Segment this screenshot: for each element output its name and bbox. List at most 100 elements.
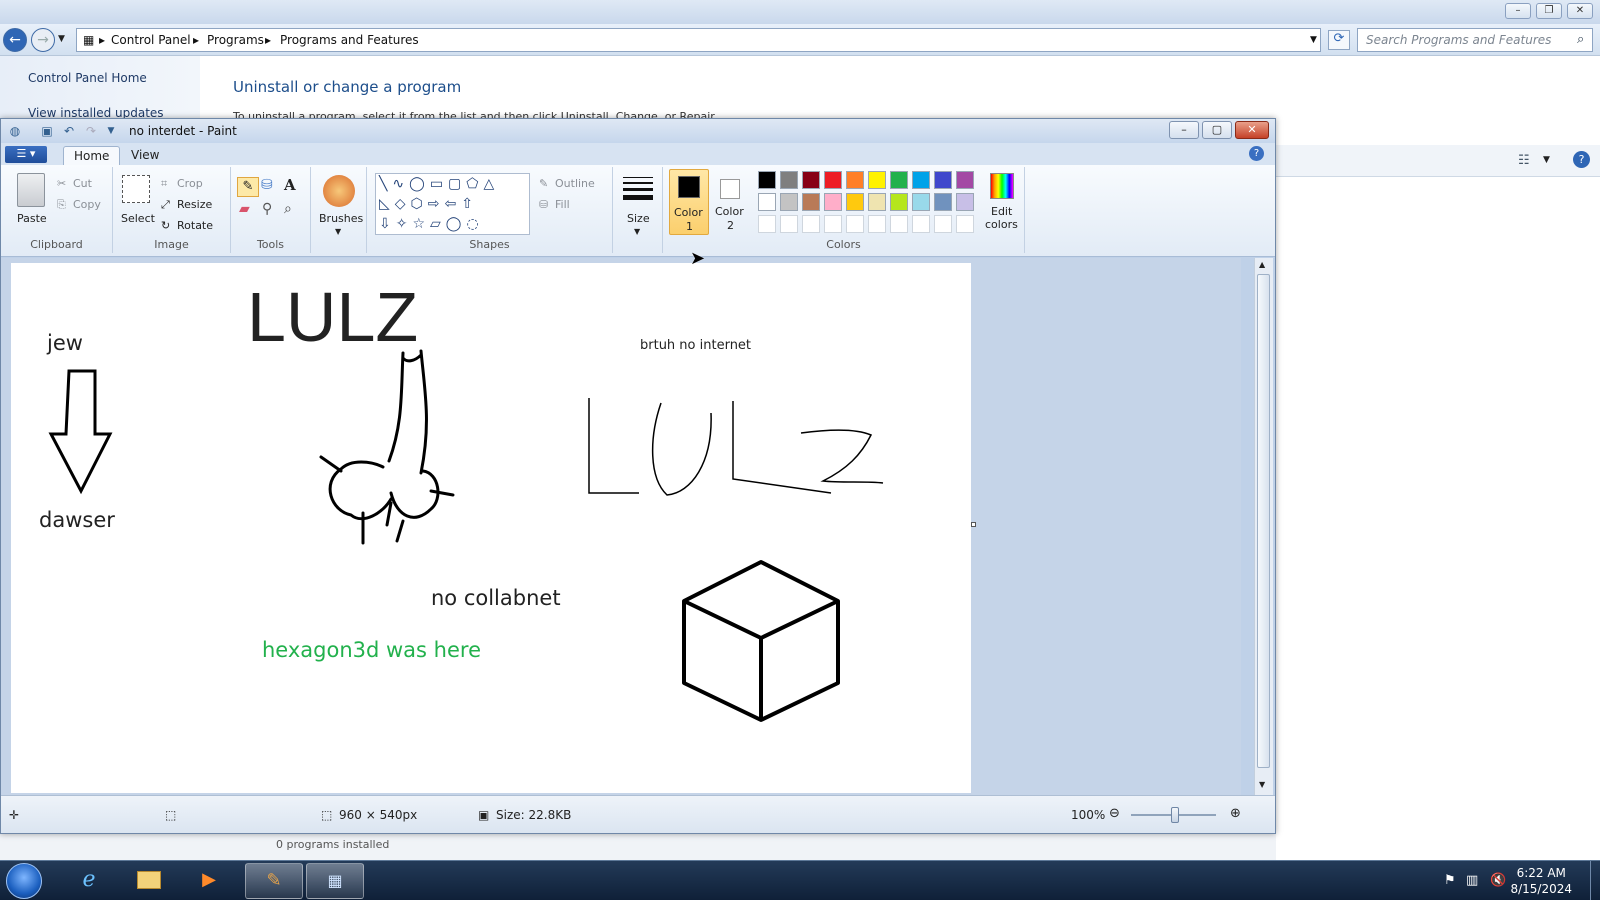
palette-swatch[interactable] (780, 171, 798, 189)
internet-explorer-icon[interactable]: ℯ (60, 863, 118, 899)
address-dropdown-icon[interactable]: ▼ (1310, 35, 1317, 45)
shapes-gallery[interactable]: ╲∿◯▭▢⬠△ ◺◇⬡⇨⇦⇧ ⇩✧☆▱◯◌ (375, 173, 530, 235)
brushes-dropdown-icon[interactable]: ▼ (335, 227, 341, 236)
canvas-resize-handle[interactable] (971, 522, 976, 527)
file-explorer-icon[interactable] (120, 863, 178, 899)
cut-button[interactable]: Cut (73, 177, 92, 190)
address-box[interactable]: ▦ ▸ Control Panel ▸ Programs ▸ Programs … (76, 28, 1321, 52)
explorer-close-button[interactable]: ✕ (1567, 3, 1593, 19)
palette-swatch[interactable] (846, 193, 864, 211)
custom-color-slot[interactable] (912, 215, 930, 233)
start-button-icon[interactable] (6, 863, 42, 899)
rotate-button[interactable]: Rotate (177, 219, 213, 232)
save-icon[interactable]: ▣ (39, 123, 55, 139)
action-center-flag-icon[interactable]: ⚑ (1444, 873, 1456, 888)
paint-menu-button[interactable]: ☰ ▾ (5, 146, 47, 163)
color1-selector[interactable]: Color 1 (669, 169, 709, 235)
custom-color-slot[interactable] (758, 215, 776, 233)
view-options-icon[interactable]: ☷ (1518, 153, 1530, 168)
back-arrow-icon[interactable]: ← (3, 28, 27, 52)
volume-muted-icon[interactable]: 🔇 (1490, 873, 1506, 888)
crop-button[interactable]: Crop (177, 177, 203, 190)
sidebar-link-control-panel-home[interactable]: Control Panel Home (28, 71, 147, 85)
palette-swatch[interactable] (824, 171, 842, 189)
redo-icon[interactable]: ↷ (83, 123, 99, 139)
tab-home[interactable]: Home (63, 146, 121, 165)
size-dropdown-icon[interactable]: ▼ (634, 227, 640, 236)
color-picker-icon[interactable]: ⚲ (262, 201, 272, 217)
zoom-out-icon[interactable]: ⊖ (1109, 806, 1120, 821)
magnifier-icon[interactable]: ⌕ (284, 201, 292, 217)
customize-quick-access-icon[interactable]: ▼ (103, 123, 119, 139)
network-icon[interactable]: ▥ (1466, 873, 1478, 888)
brushes-icon[interactable] (323, 175, 355, 207)
breadcrumb-programs[interactable]: Programs (207, 33, 264, 47)
palette-swatch[interactable] (890, 171, 908, 189)
paint-help-icon[interactable]: ? (1249, 146, 1264, 161)
zoom-in-icon[interactable]: ⊕ (1230, 806, 1241, 821)
show-desktop-button[interactable] (1590, 861, 1600, 900)
refresh-icon[interactable]: ⟳ (1328, 30, 1350, 50)
copy-button[interactable]: Copy (73, 198, 101, 211)
size-button[interactable]: Size (627, 212, 650, 225)
brushes-button[interactable]: Brushes (319, 212, 363, 225)
paint-minimize-button[interactable]: – (1169, 121, 1199, 139)
paint-close-button[interactable]: ✕ (1235, 121, 1269, 139)
scroll-up-icon[interactable]: ▲ (1259, 260, 1265, 269)
search-icon[interactable]: ⌕ (1577, 32, 1584, 47)
palette-swatch[interactable] (912, 193, 930, 211)
breadcrumb-programs-features[interactable]: Programs and Features (280, 33, 419, 47)
edit-colors-button[interactable]: Edit colors (985, 171, 1019, 239)
media-player-icon[interactable]: ▶ (180, 863, 238, 899)
custom-color-slot[interactable] (780, 215, 798, 233)
custom-color-slot[interactable] (846, 215, 864, 233)
control-panel-taskbar-icon[interactable]: ▦ (306, 863, 364, 899)
explorer-restore-button[interactable]: ❐ (1536, 3, 1562, 19)
vertical-scrollbar[interactable]: ▲ ▼ (1254, 258, 1273, 795)
palette-swatch[interactable] (956, 171, 974, 189)
forward-arrow-icon[interactable]: → (31, 28, 55, 52)
palette-swatch[interactable] (846, 171, 864, 189)
custom-color-slot[interactable] (934, 215, 952, 233)
paste-icon[interactable] (17, 173, 45, 207)
palette-swatch[interactable] (956, 193, 974, 211)
palette-swatch[interactable] (934, 171, 952, 189)
help-icon[interactable]: ? (1573, 151, 1590, 168)
select-icon[interactable] (122, 175, 150, 203)
undo-icon[interactable]: ↶ (61, 123, 77, 139)
recent-pages-chevron-icon[interactable]: ▼ (58, 34, 65, 44)
paint-app-icon[interactable]: ◍ (7, 123, 23, 139)
search-input[interactable]: Search Programs and Features (1357, 28, 1593, 52)
color2-selector[interactable]: Color 2 (711, 169, 751, 235)
pencil-icon[interactable]: ✎ (237, 177, 259, 197)
palette-swatch[interactable] (802, 193, 820, 211)
custom-color-slot[interactable] (868, 215, 886, 233)
fill-bucket-icon[interactable]: ⛁ (261, 177, 273, 193)
tab-view[interactable]: View (121, 146, 169, 165)
view-dropdown-icon[interactable]: ▼ (1543, 155, 1550, 165)
palette-swatch[interactable] (802, 171, 820, 189)
palette-swatch[interactable] (868, 193, 886, 211)
line-size-icon[interactable] (623, 177, 653, 200)
custom-color-slot[interactable] (802, 215, 820, 233)
zoom-slider-thumb[interactable] (1171, 807, 1179, 823)
palette-swatch[interactable] (824, 193, 842, 211)
resize-button[interactable]: Resize (177, 198, 212, 211)
custom-color-slot[interactable] (956, 215, 974, 233)
paint-taskbar-icon[interactable]: ✎ (245, 863, 303, 899)
scroll-down-icon[interactable]: ▼ (1259, 780, 1265, 789)
paste-button[interactable]: Paste (17, 212, 47, 225)
palette-swatch[interactable] (890, 193, 908, 211)
palette-swatch[interactable] (934, 193, 952, 211)
system-clock[interactable]: 6:22 AM 8/15/2024 (1510, 865, 1572, 897)
palette-swatch[interactable] (912, 171, 930, 189)
custom-color-slot[interactable] (824, 215, 842, 233)
palette-swatch[interactable] (758, 171, 776, 189)
explorer-minimize-button[interactable]: – (1505, 3, 1531, 19)
text-tool-icon[interactable]: A (284, 176, 296, 194)
palette-swatch[interactable] (780, 193, 798, 211)
fill-button[interactable]: Fill (555, 198, 570, 211)
drawing-canvas[interactable]: LULZ jew dawser brtuh no internet no col… (11, 263, 971, 793)
eraser-icon[interactable]: ▰ (239, 201, 250, 217)
breadcrumb-control-panel[interactable]: Control Panel (111, 33, 191, 47)
